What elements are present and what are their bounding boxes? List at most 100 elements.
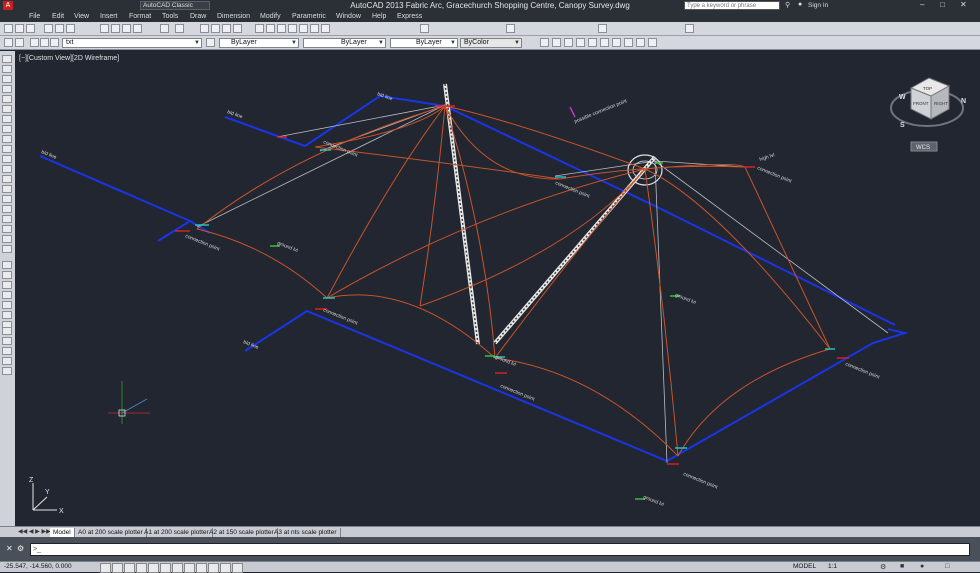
calculator-icon[interactable] bbox=[310, 24, 319, 33]
gradient-icon[interactable] bbox=[2, 205, 12, 213]
modify-icon-8[interactable] bbox=[624, 38, 633, 47]
multiline-text-icon[interactable] bbox=[2, 235, 12, 243]
clean-screen-icon[interactable]: □ bbox=[945, 563, 949, 570]
zoom-previous-icon[interactable] bbox=[233, 24, 242, 33]
open-icon[interactable] bbox=[15, 24, 24, 33]
markup-icon[interactable] bbox=[299, 24, 308, 33]
lock-ui-icon[interactable]: ■ bbox=[900, 563, 904, 570]
erase-icon[interactable] bbox=[2, 261, 12, 269]
menu-edit[interactable]: Edit bbox=[52, 13, 64, 20]
copy-object-icon[interactable] bbox=[2, 271, 12, 279]
multileader-style-icon[interactable] bbox=[685, 24, 694, 33]
make-current-icon[interactable] bbox=[206, 38, 215, 47]
ellipse-icon[interactable] bbox=[2, 145, 12, 153]
minimize-icon[interactable]: – bbox=[920, 0, 924, 9]
insert-block-icon[interactable] bbox=[2, 165, 12, 173]
circle-icon[interactable] bbox=[2, 115, 12, 123]
close-icon[interactable]: ✕ bbox=[960, 0, 967, 9]
menu-insert[interactable]: Insert bbox=[100, 13, 118, 20]
zoom-extents-icon[interactable] bbox=[2, 337, 12, 345]
undo-icon[interactable] bbox=[160, 24, 169, 33]
menu-help[interactable]: Help bbox=[372, 13, 386, 20]
modify-icon-5[interactable] bbox=[588, 38, 597, 47]
arc-icon[interactable] bbox=[2, 105, 12, 113]
new-icon[interactable] bbox=[4, 24, 13, 33]
search-icon[interactable]: ⚲ bbox=[785, 1, 790, 9]
construction-line-icon[interactable] bbox=[2, 65, 12, 73]
tab-a2[interactable]: A2 at 150 scale plotter bbox=[206, 528, 278, 537]
wrench-icon[interactable]: ⚙ bbox=[17, 544, 24, 553]
pan-icon[interactable] bbox=[200, 24, 209, 33]
table-style-icon[interactable] bbox=[598, 24, 607, 33]
isolate-objects-icon[interactable]: ● bbox=[920, 563, 924, 570]
ellipse-arc-icon[interactable] bbox=[2, 155, 12, 163]
drawing-viewport[interactable]: [−][Custom View][2D Wireframe] bld line … bbox=[15, 51, 980, 526]
cut-icon[interactable] bbox=[100, 24, 109, 33]
layer-properties-icon[interactable] bbox=[4, 38, 13, 47]
tab-nav-icons[interactable]: ◀◀ ◀ ▶ ▶▶ bbox=[18, 528, 51, 535]
menu-modify[interactable]: Modify bbox=[260, 13, 281, 20]
zoom-in-icon[interactable] bbox=[2, 347, 12, 355]
modify-icon-6[interactable] bbox=[600, 38, 609, 47]
sheet-set-icon[interactable] bbox=[288, 24, 297, 33]
maximize-icon[interactable]: □ bbox=[940, 0, 945, 9]
tool-palettes-icon[interactable] bbox=[277, 24, 286, 33]
tab-model[interactable]: Model bbox=[50, 528, 75, 537]
design-center-icon[interactable] bbox=[266, 24, 275, 33]
hatch-icon[interactable] bbox=[2, 195, 12, 203]
copy-icon[interactable] bbox=[111, 24, 120, 33]
model-space-button[interactable]: MODEL bbox=[793, 563, 816, 570]
menu-view[interactable]: View bbox=[74, 13, 89, 20]
bulb-icon[interactable] bbox=[30, 38, 39, 47]
redo-icon[interactable] bbox=[175, 24, 184, 33]
zoom-window-icon[interactable] bbox=[222, 24, 231, 33]
search-input[interactable]: Type a keyword or phrase bbox=[684, 1, 780, 10]
tab-a1[interactable]: A1 at 200 scale plotter bbox=[141, 528, 213, 537]
mirror-icon[interactable] bbox=[2, 281, 12, 289]
orbit-icon[interactable] bbox=[2, 367, 12, 375]
line-icon[interactable] bbox=[2, 55, 12, 63]
linetype-combo[interactable]: ByLayer ▼ bbox=[303, 38, 386, 48]
menu-format[interactable]: Format bbox=[129, 13, 151, 20]
tab-a3[interactable]: A3 at nts scale plotter bbox=[271, 528, 341, 537]
text-style-icon[interactable] bbox=[420, 24, 429, 33]
sun-icon[interactable] bbox=[40, 38, 49, 47]
make-block-icon[interactable] bbox=[2, 175, 12, 183]
layer-state-icon[interactable] bbox=[15, 38, 24, 47]
zoom-out-icon[interactable] bbox=[2, 357, 12, 365]
preview-icon[interactable] bbox=[55, 24, 64, 33]
modify-icon-3[interactable] bbox=[564, 38, 573, 47]
menu-dimension[interactable]: Dimension bbox=[217, 13, 250, 20]
offset-icon[interactable] bbox=[2, 291, 12, 299]
zoom-realtime-icon[interactable] bbox=[211, 24, 220, 33]
lineweight-combo[interactable]: ByLayer ▼ bbox=[390, 38, 458, 48]
close-command-icon[interactable]: ✕ bbox=[6, 544, 13, 553]
menu-draw[interactable]: Draw bbox=[190, 13, 206, 20]
menu-parametric[interactable]: Parametric bbox=[292, 13, 326, 20]
polygon-icon[interactable] bbox=[2, 85, 12, 93]
lock-icon[interactable] bbox=[50, 38, 59, 47]
publish-icon[interactable] bbox=[66, 24, 75, 33]
modify-icon-1[interactable] bbox=[540, 38, 549, 47]
color-combo[interactable]: ByLayer ▼ bbox=[219, 38, 299, 48]
sign-in-link[interactable]: Sign In bbox=[808, 2, 828, 9]
properties-icon[interactable] bbox=[255, 24, 264, 33]
tab-a0[interactable]: A0 at 200 scale plotter bbox=[75, 528, 147, 537]
menu-file[interactable]: File bbox=[29, 13, 40, 20]
menu-express[interactable]: Express bbox=[397, 13, 422, 20]
plotstyle-combo[interactable]: ByColor ▼ bbox=[460, 38, 522, 48]
coordinate-readout[interactable]: -25.547, -14.560, 0.000 bbox=[4, 563, 72, 570]
match-properties-icon[interactable] bbox=[133, 24, 142, 33]
revision-cloud-icon[interactable] bbox=[2, 125, 12, 133]
modify-icon-4[interactable] bbox=[576, 38, 585, 47]
help-icon[interactable] bbox=[321, 24, 330, 33]
modify-icon-2[interactable] bbox=[552, 38, 561, 47]
rectangle-icon[interactable] bbox=[2, 95, 12, 103]
pan-tool-icon[interactable] bbox=[2, 327, 12, 335]
save-icon[interactable] bbox=[26, 24, 35, 33]
dim-style-icon[interactable] bbox=[506, 24, 515, 33]
polyline-icon[interactable] bbox=[2, 75, 12, 83]
modify-icon-10[interactable] bbox=[648, 38, 657, 47]
layer-combo[interactable]: txt ▼ bbox=[62, 38, 202, 48]
modify-icon-7[interactable] bbox=[612, 38, 621, 47]
